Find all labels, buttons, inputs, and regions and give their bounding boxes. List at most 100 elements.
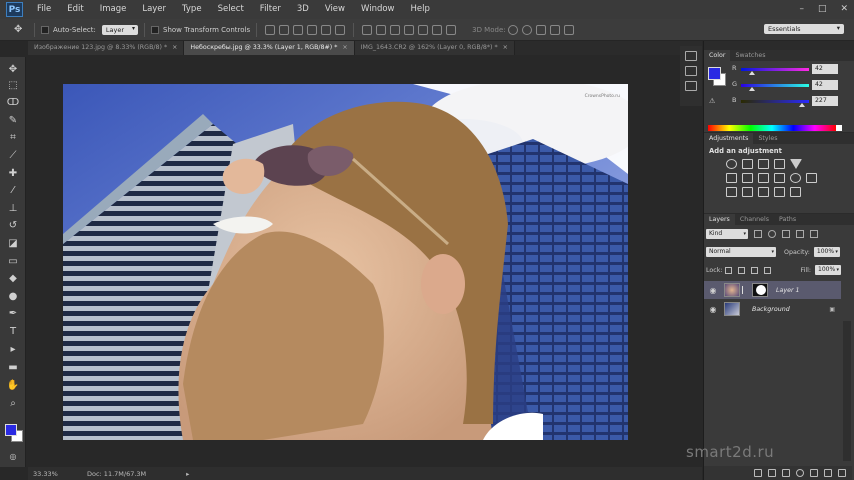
distribute-middle-icon[interactable] xyxy=(376,24,387,35)
photo-filter-icon[interactable] xyxy=(774,173,785,183)
blend-mode-dropdown[interactable]: Normal xyxy=(706,247,776,257)
3d-rotate-icon[interactable] xyxy=(507,24,518,35)
lasso-tool-icon[interactable]: ↀ xyxy=(5,96,21,110)
hue-saturation-icon[interactable] xyxy=(726,173,737,183)
black-white-icon[interactable] xyxy=(758,173,769,183)
3d-scale-icon[interactable] xyxy=(563,24,574,35)
minimize-button[interactable]: – xyxy=(799,0,804,18)
eyedropper-tool-icon[interactable]: ⟋ xyxy=(5,149,21,163)
align-left-icon[interactable] xyxy=(307,24,318,35)
menu-3d[interactable]: 3D xyxy=(289,0,317,19)
exposure-icon[interactable] xyxy=(774,159,785,169)
blur-tool-icon[interactable]: ◆ xyxy=(5,272,21,286)
align-center-icon[interactable] xyxy=(321,24,332,35)
fill-field[interactable]: 100% xyxy=(815,265,842,275)
tab-color[interactable]: Color xyxy=(704,50,731,61)
tab-adjustments[interactable]: Adjustments xyxy=(704,133,754,144)
tab-channels[interactable]: Channels xyxy=(735,214,774,225)
vibrance-icon[interactable] xyxy=(790,159,802,169)
tab-styles[interactable]: Styles xyxy=(753,133,782,144)
menu-layer[interactable]: Layer xyxy=(134,0,174,19)
move-tool-preset-icon[interactable]: ✥ xyxy=(14,24,28,35)
healing-brush-tool-icon[interactable]: ✚ xyxy=(5,167,21,181)
filter-type-icon[interactable] xyxy=(782,230,790,238)
hand-tool-icon[interactable]: ✋ xyxy=(5,379,21,393)
maximize-button[interactable]: □ xyxy=(818,0,827,18)
lock-all-icon[interactable] xyxy=(764,266,772,274)
close-tab-icon[interactable]: × xyxy=(172,44,177,51)
filter-pixel-icon[interactable] xyxy=(754,230,762,238)
layer-style-icon[interactable] xyxy=(768,469,776,477)
tab-paths[interactable]: Paths xyxy=(774,214,801,225)
document-tab[interactable]: Изображение 123.jpg @ 8.33% (RGB/8) * × xyxy=(28,41,185,55)
red-value-field[interactable]: 42 xyxy=(812,64,838,74)
brightness-contrast-icon[interactable] xyxy=(726,159,737,169)
color-panel-foreground-swatch[interactable] xyxy=(708,67,721,80)
layer-kind-dropdown[interactable]: Kind xyxy=(706,229,748,239)
spectrum-white-black[interactable] xyxy=(836,125,842,131)
document-tab-active[interactable]: Небоскребы.jpg @ 33.3% (Layer 1, RGB/8#)… xyxy=(184,41,355,55)
brush-tool-icon[interactable]: ⁄ xyxy=(5,184,21,198)
history-brush-tool-icon[interactable]: ↺ xyxy=(5,219,21,233)
threshold-icon[interactable] xyxy=(758,187,769,197)
color-balance-icon[interactable] xyxy=(742,173,753,183)
color-spectrum-bar[interactable] xyxy=(708,125,836,131)
3d-roll-icon[interactable] xyxy=(521,24,532,35)
properties-panel-icon[interactable] xyxy=(685,66,697,76)
new-adjustment-icon[interactable] xyxy=(796,469,804,477)
clone-stamp-tool-icon[interactable]: ⊥ xyxy=(5,202,21,216)
3d-slide-icon[interactable] xyxy=(549,24,560,35)
close-window-button[interactable]: ✕ xyxy=(840,0,848,18)
menu-window[interactable]: Window xyxy=(353,0,403,19)
shape-tool-icon[interactable]: ▬ xyxy=(5,361,21,375)
align-top-icon[interactable] xyxy=(265,24,276,35)
selective-color-icon[interactable] xyxy=(774,187,785,197)
move-tool-icon[interactable]: ✥ xyxy=(5,63,21,77)
new-group-icon[interactable] xyxy=(810,469,818,477)
tab-swatches[interactable]: Swatches xyxy=(730,50,770,61)
type-tool-icon[interactable]: T xyxy=(5,325,21,339)
close-tab-icon[interactable]: × xyxy=(503,44,508,51)
status-menu-arrow-icon[interactable]: ▸ xyxy=(186,470,189,478)
menu-image[interactable]: Image xyxy=(92,0,135,19)
visibility-eye-icon[interactable]: ◉ xyxy=(706,286,720,295)
dodge-tool-icon[interactable]: ● xyxy=(5,290,21,304)
gradient-tool-icon[interactable]: ▭ xyxy=(5,255,21,269)
visibility-eye-icon[interactable]: ◉ xyxy=(706,305,720,314)
link-layers-icon[interactable] xyxy=(754,469,762,477)
menu-view[interactable]: View xyxy=(317,0,353,19)
menu-file[interactable]: File xyxy=(29,0,59,19)
distribute-bottom-icon[interactable] xyxy=(390,24,401,35)
lock-image-icon[interactable] xyxy=(738,266,746,274)
marquee-tool-icon[interactable]: ⬚ xyxy=(5,79,21,93)
path-select-tool-icon[interactable]: ▸ xyxy=(5,343,21,357)
menu-filter[interactable]: Filter xyxy=(252,0,289,19)
red-slider-thumb[interactable] xyxy=(748,71,755,75)
close-tab-icon[interactable]: × xyxy=(342,44,347,51)
eraser-tool-icon[interactable]: ◪ xyxy=(5,237,21,251)
lock-position-icon[interactable] xyxy=(751,266,759,274)
filter-smart-object-icon[interactable] xyxy=(810,230,818,238)
opacity-field[interactable]: 100% xyxy=(813,247,840,257)
color-lookup-icon[interactable] xyxy=(806,173,817,183)
gradient-map-icon[interactable] xyxy=(790,187,801,197)
distribute-top-icon[interactable] xyxy=(362,24,373,35)
invert-icon[interactable] xyxy=(726,187,737,197)
pen-tool-icon[interactable]: ✒ xyxy=(5,307,21,321)
menu-select[interactable]: Select xyxy=(210,0,252,19)
show-transform-checkbox[interactable] xyxy=(151,25,159,34)
blue-value-field[interactable]: 227 xyxy=(812,96,838,106)
curves-icon[interactable] xyxy=(758,159,769,169)
document-canvas[interactable]: CrownsPhoto.ru xyxy=(63,84,628,440)
crop-tool-icon[interactable]: ⌗ xyxy=(5,131,21,145)
quick-mask-icon[interactable]: ◎ xyxy=(5,450,21,464)
posterize-icon[interactable] xyxy=(742,187,753,197)
layer-mask-thumbnail[interactable] xyxy=(752,283,768,297)
lock-transparent-icon[interactable] xyxy=(725,266,733,274)
layer-row-background[interactable]: ◉ Background ▣ xyxy=(704,300,841,318)
zoom-tool-icon[interactable]: ⌕ xyxy=(5,397,21,411)
add-mask-icon[interactable] xyxy=(782,469,790,477)
zoom-level[interactable]: 33.33% xyxy=(33,470,73,478)
menu-help[interactable]: Help xyxy=(403,0,438,19)
auto-select-checkbox[interactable] xyxy=(41,25,49,34)
